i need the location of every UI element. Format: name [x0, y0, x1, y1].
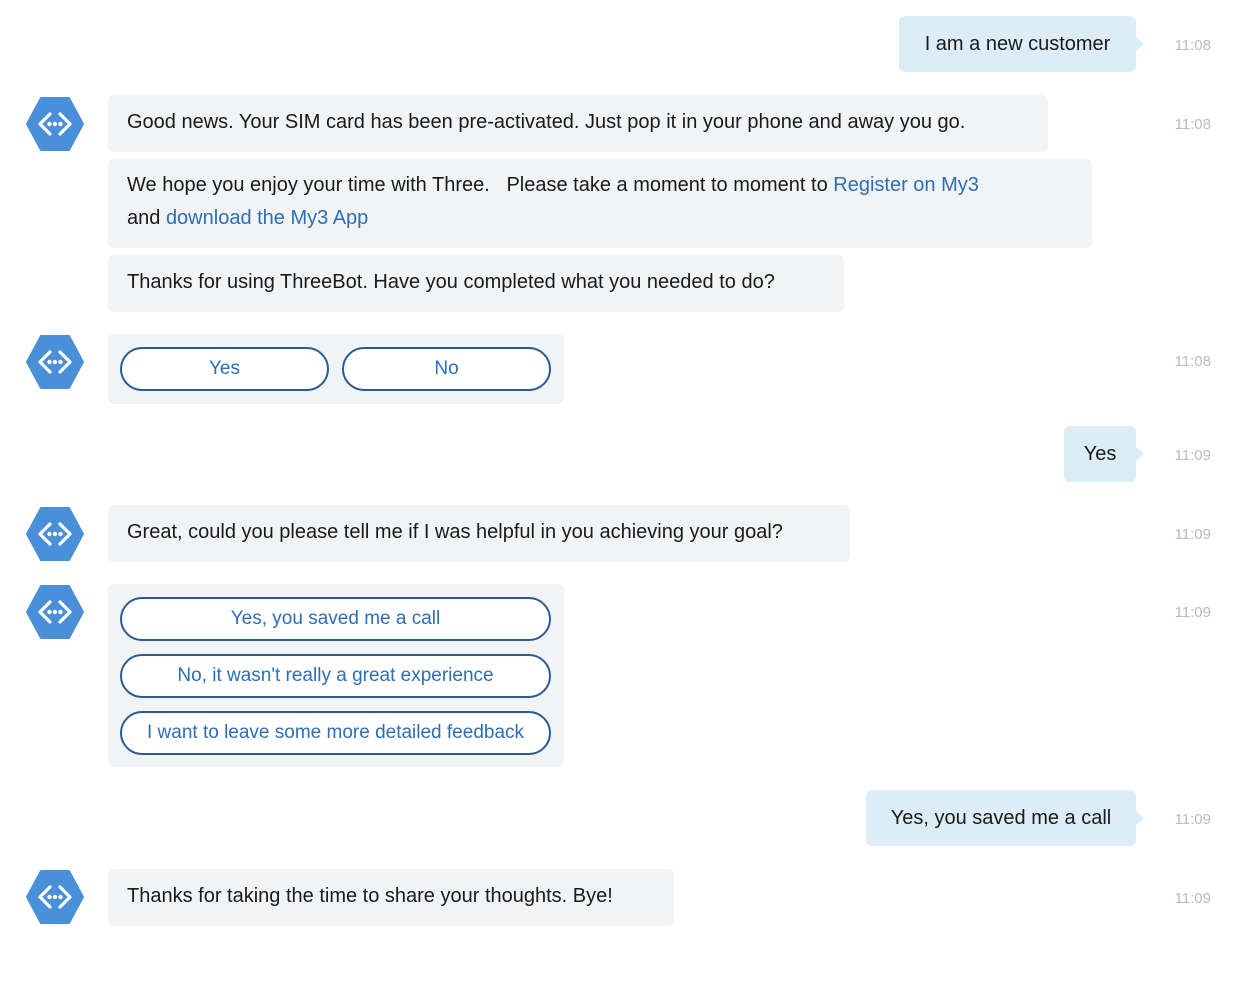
timestamp: 11:09 — [1174, 526, 1211, 543]
user-message: Yes, you saved me a call — [866, 790, 1144, 846]
bot-avatar-icon — [26, 585, 84, 639]
no-button[interactable]: No — [342, 347, 551, 391]
feedback-options-card: Yes, you saved me a call No, it wasn't r… — [108, 584, 564, 767]
message-text: We hope you enjoy your time with Three. … — [127, 174, 834, 196]
timestamp: 11:09 — [1174, 811, 1211, 828]
timestamp: 11:09 — [1174, 604, 1211, 621]
timestamp: 11:08 — [1174, 37, 1211, 54]
message-text: Thanks for using ThreeBot. Have you comp… — [127, 271, 775, 293]
bot-message: Thanks for using ThreeBot. Have you comp… — [108, 255, 844, 312]
timestamp: 11:08 — [1174, 353, 1211, 370]
yes-button[interactable]: Yes — [120, 347, 329, 391]
detailed-feedback-button[interactable]: I want to leave some more detailed feedb… — [120, 711, 551, 755]
message-text: Yes — [1083, 442, 1117, 465]
saved-call-button[interactable]: Yes, you saved me a call — [120, 597, 551, 641]
timestamp: 11:09 — [1174, 890, 1211, 907]
message-text: Great, could you please tell me if I was… — [127, 521, 783, 543]
user-message: Yes — [1064, 426, 1144, 482]
bot-avatar-icon — [26, 97, 84, 151]
message-text: and — [127, 207, 166, 229]
message-text: Thanks for taking the time to share your… — [127, 885, 613, 907]
bot-avatar-icon — [26, 870, 84, 924]
download-my3-app-link[interactable]: download the My3 App — [166, 207, 368, 229]
bot-message: We hope you enjoy your time with Three. … — [108, 159, 1092, 248]
message-text: I am a new customer — [924, 32, 1111, 55]
user-message: I am a new customer — [899, 16, 1144, 72]
timestamp: 11:09 — [1174, 447, 1211, 464]
message-text: Good news. Your SIM card has been pre-ac… — [127, 111, 966, 133]
register-my3-link[interactable]: Register on My3 — [833, 174, 979, 196]
bot-avatar-icon — [26, 335, 84, 389]
bot-message: Good news. Your SIM card has been pre-ac… — [108, 95, 1048, 152]
quick-reply-card: Yes No — [108, 334, 564, 404]
bot-avatar-icon — [26, 507, 84, 561]
not-great-experience-button[interactable]: No, it wasn't really a great experience — [120, 654, 551, 698]
message-text: Yes, you saved me a call — [890, 806, 1112, 829]
timestamp: 11:08 — [1174, 116, 1211, 133]
bot-message: Great, could you please tell me if I was… — [108, 505, 850, 562]
bot-message: Thanks for taking the time to share your… — [108, 869, 674, 926]
